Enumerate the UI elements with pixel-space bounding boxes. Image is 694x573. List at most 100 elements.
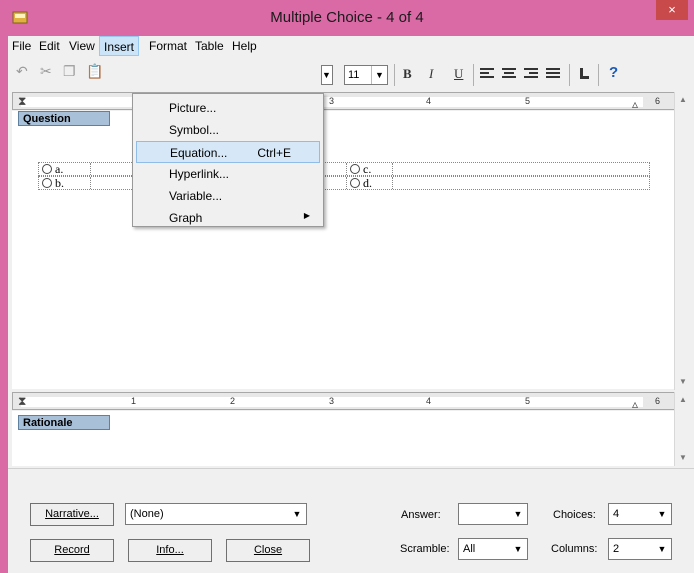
menu-table[interactable]: Table (195, 39, 224, 53)
window-title: Multiple Choice - 4 of 4 (270, 9, 424, 26)
justify-icon[interactable] (546, 68, 560, 80)
scroll-down-icon[interactable]: ▼ (675, 374, 691, 390)
chevron-down-icon: ▼ (657, 509, 667, 519)
ruler-number: 4 (426, 396, 432, 406)
menu-item-label: Variable... (169, 189, 223, 203)
radio-icon (42, 178, 52, 188)
choice-c[interactable]: c. (347, 163, 393, 175)
right-indent-icon[interactable]: ▵ (632, 397, 638, 409)
scroll-up-icon[interactable]: ▲ (675, 92, 691, 108)
insert-menu: Picture... Symbol... Equation... Ctrl+E … (132, 93, 324, 227)
toolbar-divider (394, 64, 395, 86)
ruler-number: 3 (329, 396, 335, 406)
left-indent-icon[interactable]: ⧗ (18, 394, 26, 409)
choice-a[interactable]: a. (39, 163, 91, 175)
record-button[interactable]: Record (30, 539, 114, 562)
question-ruler: ⧗ 3 4 5 6 ▵ (12, 92, 684, 110)
ruler-number: 3 (329, 96, 335, 106)
narrative-select[interactable]: (None) ▼ (125, 503, 307, 525)
choice-d-text[interactable] (393, 177, 649, 189)
menu-help[interactable]: Help (232, 39, 257, 53)
scramble-select[interactable]: All ▼ (458, 538, 528, 560)
close-window-button[interactable]: × (656, 0, 688, 20)
columns-label: Columns: (551, 543, 598, 555)
menu-file[interactable]: File (12, 39, 31, 53)
choice-letter: c. (363, 162, 372, 176)
menu-item-equation[interactable]: Equation... Ctrl+E (136, 141, 320, 163)
italic-button[interactable]: I (429, 66, 433, 82)
radio-icon (350, 164, 360, 174)
scroll-up-icon[interactable]: ▲ (675, 392, 691, 408)
left-indent-icon[interactable]: ⧗ (18, 94, 26, 109)
choice-letter: b. (55, 176, 64, 190)
menu-item-label: Hyperlink... (169, 167, 230, 181)
narrative-value: (None) (130, 508, 164, 520)
font-size-select[interactable]: 11 ▼ (344, 65, 388, 85)
close-button[interactable]: Close (226, 539, 310, 562)
undo-icon[interactable]: ↶ (16, 63, 28, 80)
menu-item-label: Symbol... (169, 123, 220, 137)
toolbar-divider (473, 64, 474, 86)
tab-stop-icon[interactable] (580, 68, 590, 80)
choices-label: Choices: (553, 509, 596, 521)
columns-select[interactable]: 2 ▼ (608, 538, 672, 560)
narrative-button[interactable]: Narrative... (30, 503, 114, 526)
question-label: Question (18, 111, 110, 126)
copy-icon[interactable]: ❐ (63, 63, 76, 80)
menu-item-graph[interactable]: Graph ▶ (136, 207, 320, 229)
toolbar-divider (598, 64, 599, 86)
submenu-arrow-icon: ▶ (303, 211, 310, 220)
align-center-icon[interactable] (502, 68, 516, 80)
menu-item-variable[interactable]: Variable... (136, 185, 320, 207)
rationale-label: Rationale (18, 415, 110, 430)
choices-value: 4 (613, 508, 620, 520)
align-right-icon[interactable] (524, 68, 538, 80)
radio-icon (42, 164, 52, 174)
answer-select[interactable]: ▼ (458, 503, 528, 525)
toolbar-divider (569, 64, 570, 86)
ruler-number: 5 (525, 96, 531, 106)
underline-button[interactable]: U (454, 66, 463, 82)
rationale-scrollbar[interactable]: ▲ ▼ (674, 392, 690, 466)
menu-insert[interactable]: Insert (99, 36, 140, 56)
choice-letter: d. (363, 176, 372, 190)
help-icon[interactable]: ? (609, 64, 618, 81)
columns-value: 2 (613, 543, 620, 555)
font-size-value: 11 (348, 69, 360, 81)
chevron-down-icon: ▼ (371, 66, 387, 84)
title-bar: Multiple Choice - 4 of 4 × (0, 0, 694, 36)
scroll-down-icon[interactable]: ▼ (675, 450, 691, 466)
right-indent-icon[interactable]: ▵ (632, 97, 638, 109)
choice-c-text[interactable] (393, 163, 649, 175)
bold-button[interactable]: B (403, 66, 412, 82)
choice-b[interactable]: b. (39, 177, 91, 189)
font-dropdown-arrow[interactable]: ▼ (321, 65, 333, 85)
chevron-down-icon: ▼ (292, 509, 302, 519)
align-left-icon[interactable] (480, 68, 494, 80)
ruler-number: 5 (525, 396, 531, 406)
menu-item-label: Graph (169, 211, 203, 225)
choices-select[interactable]: 4 ▼ (608, 503, 672, 525)
bottom-panel: Narrative... (None) ▼ Record Info... Clo… (8, 468, 694, 573)
ruler-number: 2 (230, 396, 236, 406)
app-window: Multiple Choice - 4 of 4 × File Edit Vie… (0, 0, 694, 573)
paste-icon[interactable]: 📋 (86, 63, 103, 80)
info-button[interactable]: Info... (128, 539, 212, 562)
rationale-editor[interactable]: Rationale (12, 411, 684, 466)
ruler-number: 6 (655, 96, 661, 106)
cut-icon[interactable]: ✂ (40, 63, 52, 80)
menu-format[interactable]: Format (149, 39, 187, 53)
menu-bar: File Edit View Insert Format Table Help (8, 36, 694, 56)
menu-item-symbol[interactable]: Symbol... (136, 119, 320, 141)
question-editor[interactable]: Question a. c. b. d. (12, 111, 684, 389)
scramble-value: All (463, 543, 476, 555)
rationale-ruler: ⧗ 1 2 3 4 5 6 ▵ (12, 392, 684, 410)
menu-item-label: Picture... (169, 101, 217, 115)
menu-item-hyperlink[interactable]: Hyperlink... (136, 163, 320, 185)
menu-item-picture[interactable]: Picture... (136, 97, 320, 119)
menu-view[interactable]: View (69, 39, 95, 53)
menu-edit[interactable]: Edit (39, 39, 60, 53)
question-scrollbar[interactable]: ▲ ▼ (674, 92, 690, 390)
choice-row: a. c. (38, 162, 650, 176)
choice-d[interactable]: d. (347, 177, 393, 189)
